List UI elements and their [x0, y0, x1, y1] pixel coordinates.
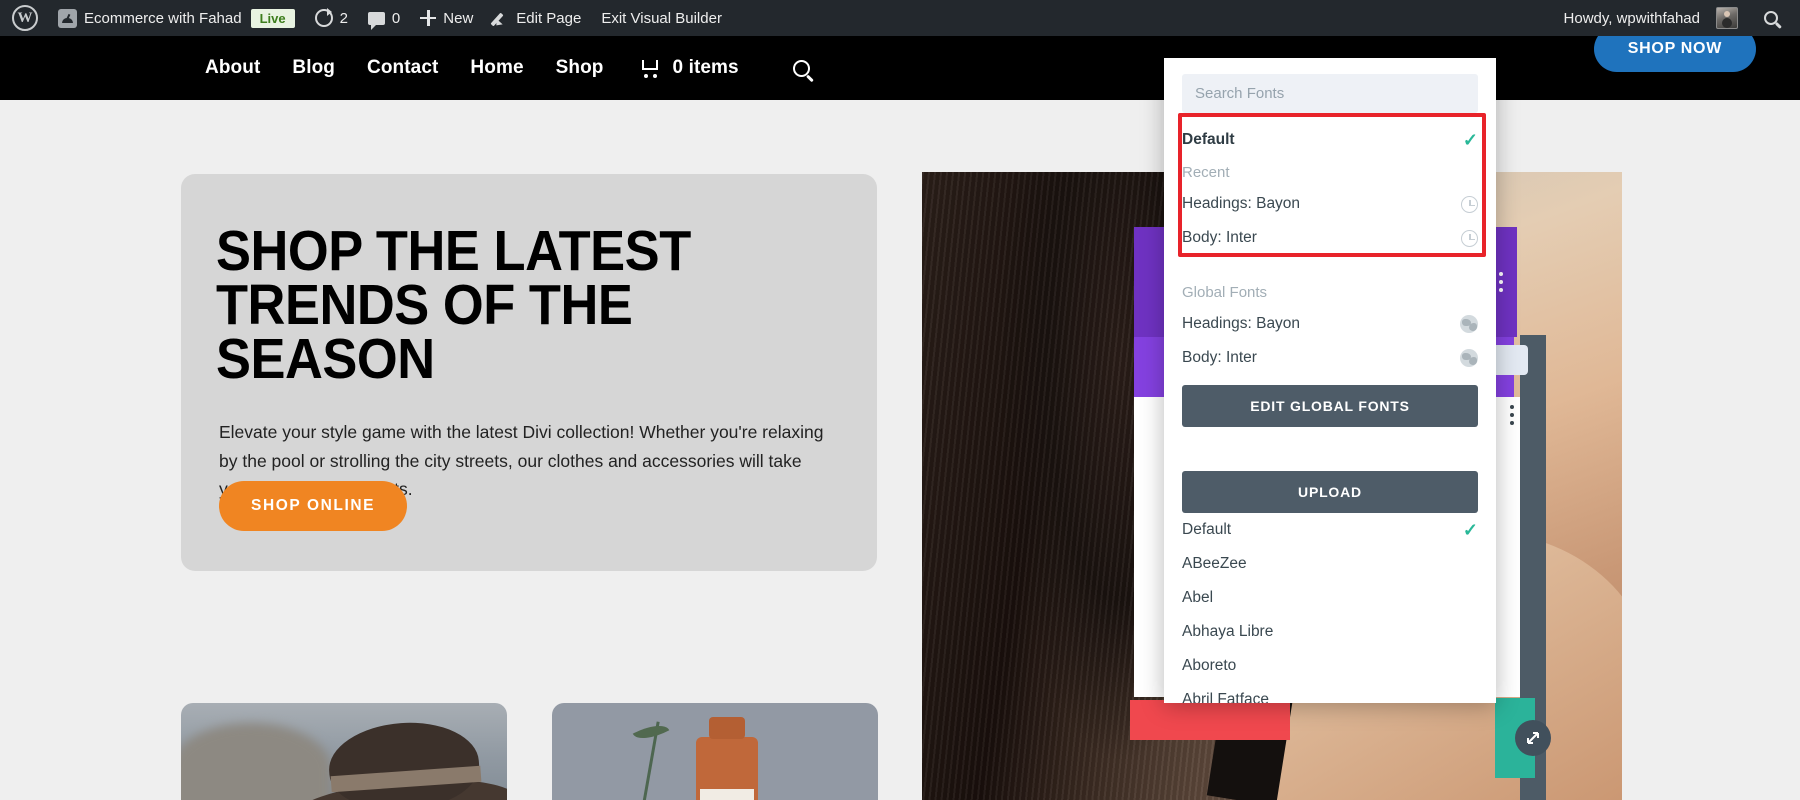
font-list: Default ✓ ABeeZee Abel Abhaya Libre Abor…: [1164, 513, 1496, 703]
font-option-label: Default: [1182, 131, 1235, 148]
admin-bar-exit-visual-builder[interactable]: Exit Visual Builder: [591, 0, 732, 36]
product-card[interactable]: [552, 703, 878, 800]
font-group-recent: Recent: [1182, 157, 1478, 187]
product-image-bottle: [696, 717, 758, 800]
font-option-label: Abril Fatface: [1182, 691, 1270, 703]
resize-handle-icon[interactable]: [1515, 720, 1551, 756]
clock-icon: [1461, 229, 1478, 247]
hero-card: SHOP THE LATEST TRENDS OF THE SEASON Ele…: [181, 174, 877, 571]
wp-admin-bar: W Ecommerce with Fahad Live 2 0 New Edit…: [0, 0, 1800, 36]
site-name-label: Ecommerce with Fahad: [84, 9, 242, 27]
nav-item-about[interactable]: About: [205, 57, 260, 79]
shop-online-button[interactable]: SHOP ONLINE: [219, 481, 408, 531]
cart-icon: [640, 59, 664, 78]
font-list-item[interactable]: Default ✓: [1182, 513, 1478, 547]
builder-settings-options[interactable]: [1500, 395, 1524, 435]
font-list-item[interactable]: Abril Fatface: [1182, 683, 1478, 703]
cart-link[interactable]: 0 items: [640, 57, 739, 79]
nav-item-contact[interactable]: Contact: [367, 57, 438, 79]
font-recent-section: Default ✓ Recent Headings: Bayon Body: I…: [1164, 123, 1496, 255]
site-navigation: About Blog Contact Home Shop 0 items: [0, 36, 1800, 100]
admin-bar-comments[interactable]: 0: [358, 0, 410, 36]
dashboard-icon: [58, 8, 77, 28]
globe-icon: [1460, 349, 1478, 367]
cart-items-label[interactable]: 0 items: [673, 57, 739, 79]
font-option-recent-body[interactable]: Body: Inter: [1182, 221, 1478, 255]
font-option-label: ABeeZee: [1182, 555, 1247, 572]
font-option-global-headings[interactable]: Headings: Bayon: [1182, 307, 1478, 341]
admin-bar-edit-page[interactable]: Edit Page: [483, 0, 591, 36]
new-label: New: [443, 9, 474, 27]
font-list-item[interactable]: Aboreto: [1182, 649, 1478, 683]
live-badge: Live: [250, 8, 295, 28]
admin-bar-wp-logo[interactable]: W: [0, 0, 48, 36]
font-option-label: Abhaya Libre: [1182, 623, 1274, 640]
search-input[interactable]: [1182, 74, 1478, 113]
admin-bar-right-group: Howdy, wpwithfahad: [1552, 0, 1800, 36]
admin-bar-new[interactable]: New: [410, 0, 483, 36]
font-global-section: Global Fonts Headings: Bayon Body: Inter: [1164, 277, 1496, 375]
wordpress-logo-icon: W: [12, 5, 38, 31]
page-content: SHOP THE LATEST TRENDS OF THE SEASON Ele…: [0, 100, 1800, 800]
admin-bar-howdy[interactable]: Howdy, wpwithfahad: [1552, 0, 1748, 36]
check-icon: ✓: [1462, 130, 1478, 150]
edit-global-fonts-button[interactable]: EDIT GLOBAL FONTS: [1182, 385, 1478, 427]
font-option-label: Body: Inter: [1182, 349, 1257, 366]
font-search-wrapper: [1164, 58, 1496, 123]
globe-icon: [1460, 315, 1478, 333]
product-card-image: [552, 703, 878, 800]
font-option-label: Default: [1182, 521, 1232, 538]
font-option-label: Headings: Bayon: [1182, 315, 1301, 332]
nav-item-blog[interactable]: Blog: [292, 57, 335, 79]
font-group-label: Global Fonts: [1182, 283, 1268, 301]
exit-visual-builder-label: Exit Visual Builder: [601, 9, 722, 27]
upload-button[interactable]: UPLOAD: [1182, 471, 1478, 513]
font-option-label: Abel: [1182, 589, 1214, 606]
font-option-recent-headings[interactable]: Headings: Bayon: [1182, 187, 1478, 221]
font-list-item[interactable]: Abel: [1182, 581, 1478, 615]
font-option-label: Aboreto: [1182, 657, 1237, 674]
product-card-image: [181, 703, 507, 800]
search-icon[interactable]: [792, 59, 810, 77]
font-option-global-body[interactable]: Body: Inter: [1182, 341, 1478, 375]
font-option-label: Headings: Bayon: [1182, 195, 1301, 212]
admin-bar-updates[interactable]: 2: [305, 0, 358, 36]
nav-item-shop[interactable]: Shop: [556, 57, 604, 79]
updates-count: 2: [339, 9, 348, 27]
font-option-label: Body: Inter: [1182, 229, 1257, 246]
avatar: [1716, 7, 1738, 29]
search-icon[interactable]: [1764, 11, 1778, 25]
product-image-background: [181, 723, 331, 800]
howdy-label: Howdy, wpwithfahad: [1563, 9, 1700, 27]
plus-icon: [420, 10, 437, 26]
page-title: SHOP THE LATEST TRENDS OF THE SEASON: [215, 219, 691, 392]
product-image-leaf: [632, 717, 670, 747]
font-group-label: Recent: [1182, 163, 1230, 181]
pencil-icon: [493, 10, 509, 26]
comment-icon: [367, 11, 385, 30]
edit-page-label: Edit Page: [516, 9, 582, 27]
font-option-default-top[interactable]: Default ✓: [1182, 123, 1478, 157]
admin-bar-site-name[interactable]: Ecommerce with Fahad Live: [48, 0, 305, 36]
nav-item-home[interactable]: Home: [470, 57, 523, 79]
product-card[interactable]: [181, 703, 507, 800]
font-list-item[interactable]: Abhaya Libre: [1182, 615, 1478, 649]
clock-icon: [1461, 195, 1478, 213]
update-icon: [314, 8, 333, 27]
font-group-global-fonts: Global Fonts: [1182, 277, 1478, 307]
vertical-dots-icon: [1499, 272, 1503, 292]
font-picker-dropdown: Default ✓ Recent Headings: Bayon Body: I…: [1164, 58, 1496, 703]
font-list-item[interactable]: ABeeZee: [1182, 547, 1478, 581]
builder-red-block: [1130, 700, 1290, 740]
check-icon: ✓: [1462, 520, 1478, 540]
comments-count: 0: [391, 9, 401, 27]
nav-menu: About Blog Contact Home Shop 0 items: [205, 57, 810, 79]
vertical-dots-icon: [1510, 405, 1514, 425]
